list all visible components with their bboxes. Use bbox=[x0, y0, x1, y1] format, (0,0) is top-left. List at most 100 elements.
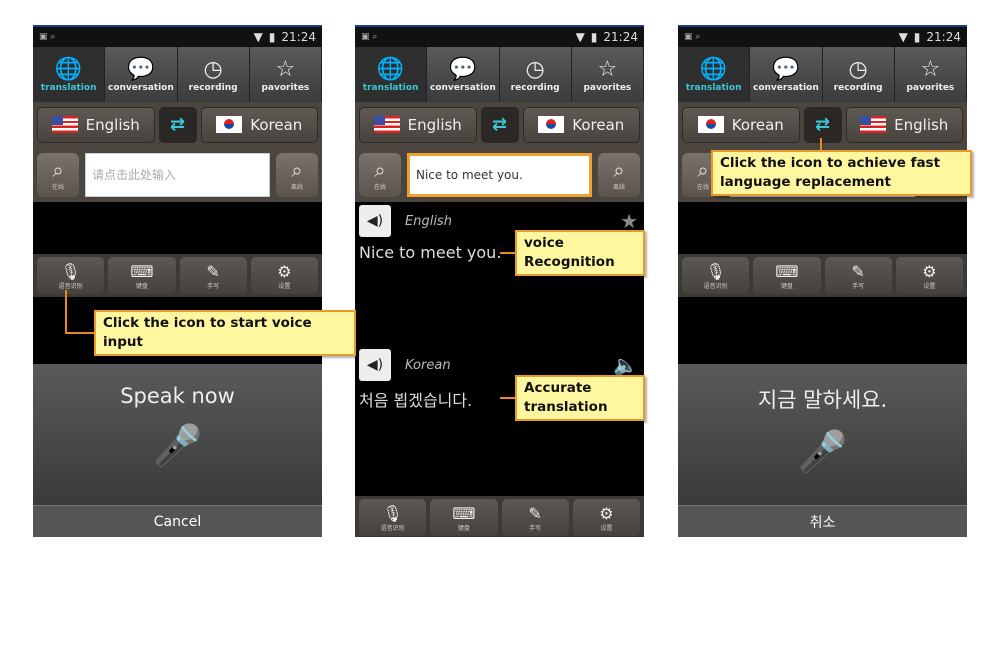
callout-connector bbox=[500, 397, 516, 399]
status-time: 21:24 bbox=[926, 30, 961, 44]
tab-label: recording bbox=[510, 82, 560, 93]
source-language-button[interactable]: Korean bbox=[682, 106, 800, 143]
toolbar-gear-button[interactable]: ⚙ 设置 bbox=[250, 257, 318, 294]
speak-result-button[interactable]: ◀) bbox=[359, 205, 391, 237]
globe-icon: 🌐 bbox=[699, 56, 728, 82]
source-language-button[interactable]: English bbox=[359, 106, 477, 143]
toolbar-label: 设置 bbox=[600, 524, 613, 532]
tab-conversation[interactable]: 💬 conversation bbox=[427, 47, 500, 102]
status-bar: ▣ ⌕ ▼ ▮ 21:24 bbox=[678, 27, 967, 47]
target-language-button[interactable]: Korean bbox=[522, 106, 640, 143]
tab-bar: 🌐 translation 💬 conversation ◷ recording ☆ pavo… bbox=[33, 47, 322, 102]
tab-translation[interactable]: 🌐 translation bbox=[678, 47, 751, 102]
input-toolbar: 🎙 语音识别 ⌨ 键盘 ✎ 手写 ⚙ 设置 bbox=[355, 496, 644, 537]
source-language-label: English bbox=[85, 115, 140, 134]
tab-recording[interactable]: ◷ recording bbox=[499, 47, 572, 102]
phone-screen-2: ▣ ⌕ ▼ ▮ 21:24 🌐 translation 💬 conversation ◷ reco… bbox=[355, 25, 644, 537]
clock-icon: ◷ bbox=[203, 56, 223, 82]
cancel-button[interactable]: Cancel bbox=[33, 505, 322, 537]
status-bar: ▣ ⌕ ▼ ▮ 21:24 bbox=[33, 27, 322, 47]
speak-prompt: 지금 말하세요. bbox=[757, 388, 888, 412]
microphone-icon: 🎤 bbox=[797, 429, 848, 475]
tab-bar: 🌐 translation 💬 conversation ◷ recording ☆ pavo… bbox=[355, 47, 644, 102]
toolbar-microphone-button[interactable]: 🎙 语音识别 bbox=[359, 499, 427, 536]
target-language-label: English bbox=[894, 115, 949, 134]
offline-label: 离线 bbox=[612, 184, 625, 191]
tab-pavorites[interactable]: ☆ pavorites bbox=[571, 47, 644, 102]
toolbar-label: 手写 bbox=[207, 282, 220, 290]
source-language-label: Korean bbox=[731, 115, 784, 134]
online-label: 在线 bbox=[51, 184, 64, 191]
cancel-button[interactable]: 취소 bbox=[678, 505, 967, 537]
toolbar-gear-button[interactable]: ⚙ 设置 bbox=[895, 257, 963, 294]
tab-recording[interactable]: ◷ recording bbox=[177, 47, 250, 102]
tab-pavorites[interactable]: ☆ pavorites bbox=[894, 47, 967, 102]
flag-us-icon bbox=[373, 116, 400, 133]
toolbar-pen-button[interactable]: ✎ 手写 bbox=[179, 257, 247, 294]
target-language-button[interactable]: English bbox=[845, 106, 963, 143]
speaker-icon[interactable]: 🔈 bbox=[613, 353, 638, 377]
swap-languages-button[interactable]: ⇄ bbox=[480, 106, 519, 143]
star-icon: ☆ bbox=[597, 56, 618, 82]
offline-search-button[interactable]: ⌕ 离线 bbox=[276, 152, 318, 197]
pen-icon: ✎ bbox=[851, 261, 865, 281]
keyboard-icon: ⌨ bbox=[775, 261, 799, 281]
source-language-button[interactable]: English bbox=[37, 106, 155, 143]
toolbar-keyboard-button[interactable]: ⌨ 键盘 bbox=[430, 499, 498, 536]
callout-connector bbox=[500, 252, 516, 254]
flag-us-icon bbox=[51, 116, 78, 133]
search-icon: ⌕ bbox=[613, 158, 625, 182]
toolbar-pen-button[interactable]: ✎ 手写 bbox=[824, 257, 892, 294]
keyboard-icon: ⌨ bbox=[452, 503, 476, 523]
text-input[interactable]: 请点击此处输入 bbox=[85, 152, 270, 197]
tab-conversation[interactable]: 💬 conversation bbox=[750, 47, 823, 102]
online-search-button[interactable]: ⌕ 在线 bbox=[37, 152, 79, 197]
speak-result-button[interactable]: ◀) bbox=[359, 349, 391, 381]
swap-languages-button[interactable]: ⇄ bbox=[803, 106, 842, 143]
battery-icon: ▮ bbox=[590, 30, 598, 44]
pen-icon: ✎ bbox=[528, 503, 542, 523]
speak-prompt: Speak now bbox=[120, 384, 235, 408]
tab-conversation[interactable]: 💬 conversation bbox=[105, 47, 178, 102]
toolbar-keyboard-button[interactable]: ⌨ 键盘 bbox=[753, 257, 821, 294]
tab-label: translation bbox=[362, 82, 419, 93]
notification-icons: ▣ ⌕ bbox=[684, 32, 701, 42]
tab-label: pavorites bbox=[906, 82, 955, 93]
status-right: ▼ ▮ 21:24 bbox=[899, 30, 961, 44]
flag-kr-icon bbox=[538, 116, 565, 133]
text-input[interactable]: Nice to meet you. bbox=[407, 152, 592, 197]
target-language-button[interactable]: Korean bbox=[200, 106, 318, 143]
wifi-icon: ▼ bbox=[253, 30, 263, 44]
battery-icon: ▮ bbox=[913, 30, 921, 44]
tab-label: translation bbox=[685, 82, 742, 93]
gear-icon: ⚙ bbox=[922, 261, 937, 281]
tab-pavorites[interactable]: ☆ pavorites bbox=[249, 47, 322, 102]
search-icon: ⌕ bbox=[697, 158, 709, 182]
search-icon: ⌕ bbox=[291, 158, 303, 182]
offline-search-button[interactable]: ⌕ 离线 bbox=[598, 152, 640, 197]
search-icon: ⌕ bbox=[52, 158, 64, 182]
battery-icon: ▮ bbox=[268, 30, 276, 44]
flag-us-icon bbox=[860, 116, 887, 133]
offline-label: 离线 bbox=[290, 184, 303, 191]
toolbar-keyboard-button[interactable]: ⌨ 键盘 bbox=[108, 257, 176, 294]
phone-screen-3: ▣ ⌕ ▼ ▮ 21:24 🌐 translation 💬 conversation ◷ reco… bbox=[678, 25, 967, 537]
toolbar-pen-button[interactable]: ✎ 手写 bbox=[501, 499, 569, 536]
source-language-label: English bbox=[407, 115, 462, 134]
language-bar: English ⇄ Korean bbox=[355, 102, 644, 147]
tab-translation[interactable]: 🌐 translation bbox=[33, 47, 106, 102]
tab-bar: 🌐 translation 💬 conversation ◷ recording ☆ pavo… bbox=[678, 47, 967, 102]
tab-label: conversation bbox=[430, 82, 496, 93]
callout-connector bbox=[65, 290, 67, 334]
online-search-button[interactable]: ⌕ 在线 bbox=[359, 152, 401, 197]
tab-translation[interactable]: 🌐 translation bbox=[355, 47, 428, 102]
target-language-label: Korean bbox=[250, 115, 303, 134]
status-time: 21:24 bbox=[603, 30, 638, 44]
tab-recording[interactable]: ◷ recording bbox=[822, 47, 895, 102]
toolbar-gear-button[interactable]: ⚙ 设置 bbox=[572, 499, 640, 536]
toolbar-microphone-button[interactable]: 🎙 语音识别 bbox=[682, 257, 750, 294]
tab-label: conversation bbox=[753, 82, 819, 93]
toolbar-microphone-button[interactable]: 🎙 语音识别 bbox=[37, 257, 105, 294]
keyboard-icon: ⌨ bbox=[130, 261, 154, 281]
swap-languages-button[interactable]: ⇄ bbox=[158, 106, 197, 143]
